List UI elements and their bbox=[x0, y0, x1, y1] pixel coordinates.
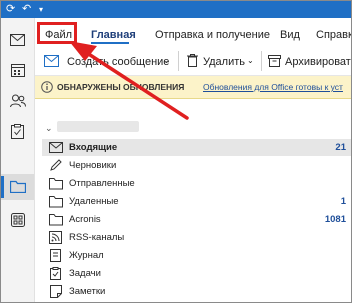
rss-icon bbox=[49, 231, 62, 244]
folder-tasks[interactable]: Задачи bbox=[42, 265, 351, 282]
tab-view[interactable]: Вид bbox=[280, 29, 300, 41]
folders-icon[interactable] bbox=[9, 178, 26, 195]
update-info-bar: ОБНАРУЖЕНЫ ОБНОВЛЕНИЯ Обновления для Off… bbox=[35, 76, 351, 99]
delete-button[interactable]: Удалить bbox=[203, 56, 245, 68]
folder-label: Журнал bbox=[69, 250, 104, 261]
new-email-icon[interactable] bbox=[44, 54, 59, 72]
folder-pane: ⌄ Входящие 21 Черновики Отправленные Уда… bbox=[35, 99, 351, 302]
trash-icon[interactable] bbox=[187, 54, 198, 72]
folder-acronis[interactable]: Acronis 1081 bbox=[42, 211, 351, 228]
folder-label: Отправленные bbox=[69, 178, 135, 189]
file-tab-highlight bbox=[37, 22, 77, 44]
info-title: ОБНАРУЖЕНЫ ОБНОВЛЕНИЯ bbox=[57, 82, 185, 92]
apps-icon[interactable] bbox=[9, 211, 26, 228]
tab-help[interactable]: Справка bbox=[316, 29, 351, 41]
toolbar-separator bbox=[261, 51, 262, 71]
ribbon-tabs: Файл Главная Отправка и получение Вид Сп… bbox=[35, 18, 351, 45]
customize-icon[interactable]: ▾ bbox=[39, 3, 43, 16]
sync-icon[interactable]: ⟳ bbox=[6, 3, 15, 16]
nav-active-indicator bbox=[1, 176, 4, 198]
folder-notes[interactable]: Заметки bbox=[42, 283, 351, 300]
outlook-window: ⟳ ↶ ▾ Файл Главная Отправка и получение … bbox=[0, 0, 352, 303]
tab-home[interactable]: Главная bbox=[91, 29, 136, 41]
notes-icon bbox=[50, 285, 62, 298]
folder-label: Черновики bbox=[69, 160, 117, 171]
unread-count: 1 bbox=[340, 196, 346, 207]
folder-label: Входящие bbox=[69, 142, 118, 153]
journal-icon bbox=[50, 249, 61, 262]
info-icon bbox=[41, 80, 53, 98]
folder-sent[interactable]: Отправленные bbox=[42, 175, 351, 192]
toolbar-separator bbox=[178, 51, 179, 71]
unread-count: 1081 bbox=[324, 214, 346, 225]
calendar-icon[interactable] bbox=[9, 61, 26, 78]
folder-journal[interactable]: Журнал bbox=[42, 247, 351, 264]
title-bar: ⟳ ↶ ▾ bbox=[1, 1, 351, 18]
info-link[interactable]: Обновления для Office готовы к уст bbox=[203, 82, 343, 92]
folder-label: RSS-каналы bbox=[69, 232, 125, 243]
active-tab-underline bbox=[91, 42, 129, 44]
tasks-nav-icon[interactable] bbox=[9, 123, 26, 140]
account-name-blurred[interactable] bbox=[57, 121, 139, 132]
archive-icon[interactable] bbox=[268, 54, 281, 72]
undo-icon[interactable]: ↶ bbox=[22, 3, 31, 16]
folder-label: Acronis bbox=[69, 214, 101, 225]
collapse-chevron-icon[interactable]: ⌄ bbox=[45, 123, 53, 134]
archive-button[interactable]: Архивировать bbox=[285, 56, 351, 68]
people-icon[interactable] bbox=[9, 92, 26, 109]
folder-label: Удаленные bbox=[69, 196, 119, 207]
folder-icon bbox=[49, 214, 63, 226]
drafts-icon bbox=[50, 159, 62, 171]
folder-drafts[interactable]: Черновики bbox=[42, 157, 351, 174]
delete-dropdown-icon[interactable]: ⌄ bbox=[247, 56, 254, 65]
folder-label: Заметки bbox=[69, 286, 106, 297]
tab-send-receive[interactable]: Отправка и получение bbox=[155, 29, 270, 41]
folder-icon bbox=[49, 196, 63, 208]
folder-icon bbox=[49, 178, 63, 190]
folder-deleted[interactable]: Удаленные 1 bbox=[42, 193, 351, 210]
folder-inbox[interactable]: Входящие 21 bbox=[42, 139, 351, 156]
create-message-button[interactable]: Создать сообщение bbox=[67, 56, 169, 68]
left-app-bar bbox=[1, 18, 35, 302]
inbox-icon bbox=[49, 142, 63, 153]
unread-count: 21 bbox=[335, 142, 346, 153]
tasks-icon bbox=[50, 267, 61, 280]
ribbon-toolbar: Создать сообщение ⌄ Удалить ⌄ Архивирова… bbox=[35, 47, 351, 76]
create-dropdown-icon[interactable]: ⌄ bbox=[163, 56, 170, 65]
mail-icon[interactable] bbox=[9, 31, 26, 48]
folder-rss[interactable]: RSS-каналы bbox=[42, 229, 351, 246]
folder-label: Задачи bbox=[69, 268, 101, 279]
